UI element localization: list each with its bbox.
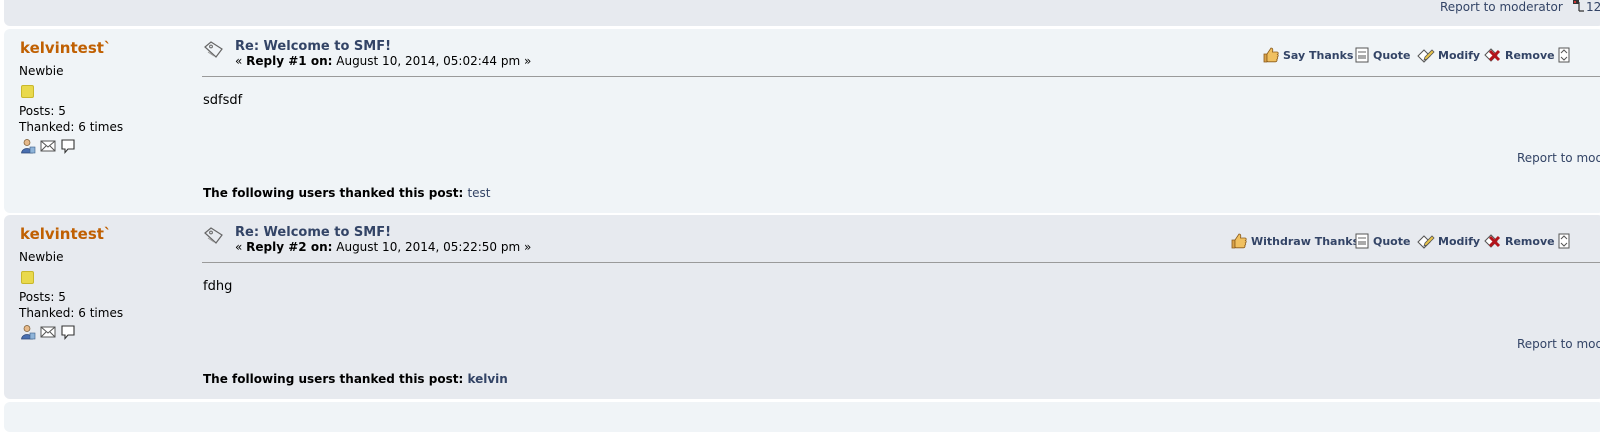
remove-button[interactable]: Remove (1484, 47, 1555, 63)
post-count: Posts: 5 (19, 290, 66, 304)
email-icon[interactable] (40, 324, 56, 340)
reply-info: « Reply #1 on: August 10, 2014, 05:02:44… (235, 54, 532, 68)
modify-label: Modify (1438, 48, 1481, 62)
thanks-list: The following users thanked this post: t… (203, 186, 491, 200)
report-to-moderator-link[interactable]: Report to moderator (1440, 0, 1563, 14)
post-subject-link[interactable]: Re: Welcome to SMF! (235, 39, 391, 54)
profile-icon[interactable] (20, 138, 36, 154)
post-body: fdhg (203, 279, 233, 294)
profile-icon[interactable] (20, 324, 36, 340)
modify-label: Modify (1438, 234, 1481, 248)
ip-text: 12 (1586, 0, 1600, 14)
thanked-count: Thanked: 6 times (19, 306, 124, 320)
post-divider (202, 262, 1600, 263)
reply-info: « Reply #2 on: August 10, 2014, 05:22:50… (235, 240, 532, 254)
modify-button[interactable]: Modify (1417, 47, 1480, 63)
previous-post-footer: Report to moderator 12 (4, 0, 1600, 26)
split-topic-button[interactable] (1557, 47, 1571, 63)
author-name[interactable]: kelvintest` (20, 225, 111, 243)
profile-tools (20, 324, 76, 340)
post-reply-2: kelvintest` Newbie Posts: 5 Thanked: 6 t… (4, 215, 1600, 399)
next-post (4, 402, 1600, 432)
modify-button[interactable]: Modify (1417, 233, 1480, 249)
rank-star-icon (21, 271, 34, 284)
quote-label: Quote (1373, 48, 1411, 62)
thanked-user-link[interactable]: kelvin (467, 372, 507, 386)
post-reply-1: kelvintest` Newbie Posts: 5 Thanked: 6 t… (4, 29, 1600, 213)
message-icon (202, 226, 224, 249)
withdraw-thanks-button[interactable]: Withdraw Thanks (1230, 233, 1359, 249)
author-name[interactable]: kelvintest` (20, 39, 111, 57)
message-icon (202, 40, 224, 63)
quote-button[interactable]: Quote (1354, 47, 1410, 63)
remove-label: Remove (1505, 48, 1555, 62)
say-thanks-label: Say Thanks (1283, 48, 1354, 62)
rank-star-icon (21, 85, 34, 98)
post-body: sdfsdf (203, 93, 243, 108)
thanked-user-link[interactable]: test (467, 186, 490, 200)
withdraw-thanks-label: Withdraw Thanks (1251, 234, 1360, 248)
member-group: Newbie (19, 64, 64, 78)
member-group: Newbie (19, 250, 64, 264)
quote-button[interactable]: Quote (1354, 233, 1410, 249)
thanks-list: The following users thanked this post: k… (203, 372, 508, 386)
pm-icon[interactable] (60, 324, 76, 340)
report-to-moderator-link[interactable]: Report to moderator (1517, 337, 1600, 351)
email-icon[interactable] (40, 138, 56, 154)
thanked-count: Thanked: 6 times (19, 120, 124, 134)
profile-tools (20, 138, 76, 154)
post-subject-link[interactable]: Re: Welcome to SMF! (235, 225, 391, 240)
remove-button[interactable]: Remove (1484, 233, 1555, 249)
post-count: Posts: 5 (19, 104, 66, 118)
post-divider (202, 76, 1600, 77)
split-topic-button[interactable] (1557, 233, 1571, 249)
quote-label: Quote (1373, 234, 1411, 248)
remove-label: Remove (1505, 234, 1555, 248)
report-to-moderator-link[interactable]: Report to moderator (1517, 151, 1600, 165)
ip-icon (1572, 0, 1585, 15)
pm-icon[interactable] (60, 138, 76, 154)
say-thanks-button[interactable]: Say Thanks (1262, 47, 1353, 63)
